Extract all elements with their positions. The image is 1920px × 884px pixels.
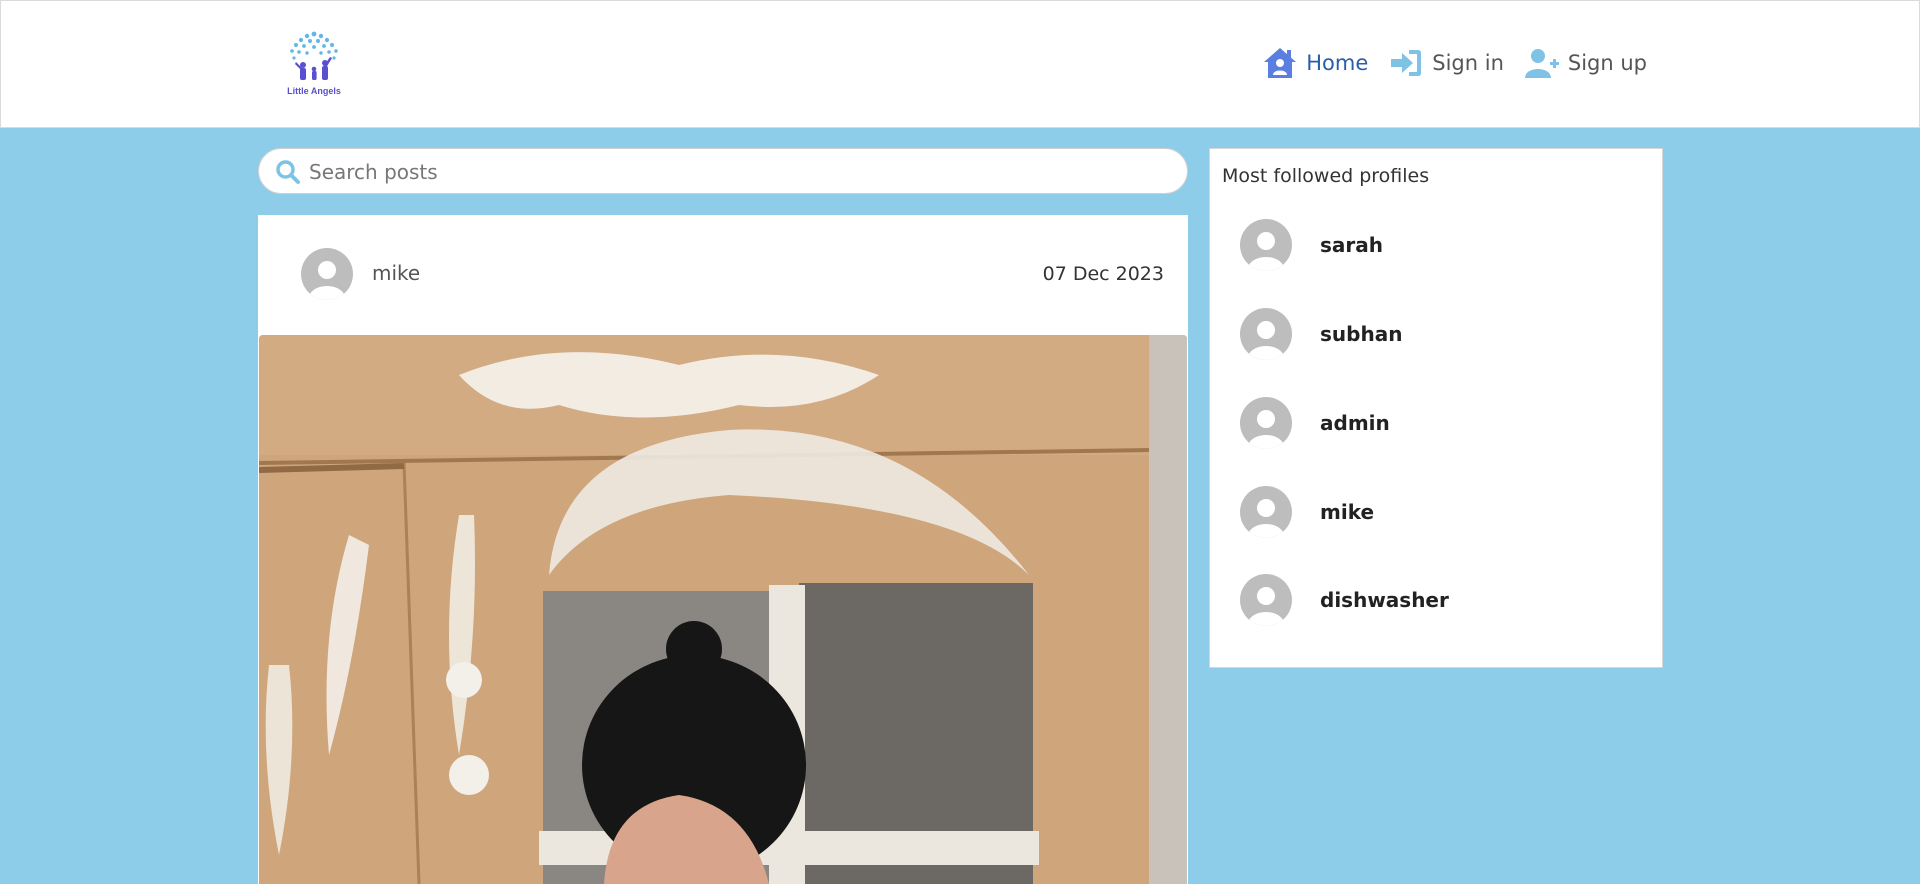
nav-sign-up-link[interactable]: Sign up [1524, 45, 1647, 81]
profile-name: mike [1320, 500, 1375, 524]
family-tree-icon [290, 31, 338, 80]
brand-logo[interactable]: Little Angels [283, 29, 345, 101]
profile-item-admin[interactable]: admin [1240, 397, 1390, 449]
default-avatar-icon [1240, 308, 1292, 360]
top-navbar: Little Angels Home Sign in Sign up [0, 0, 1920, 128]
default-avatar-icon [1240, 574, 1292, 626]
home-icon [1264, 48, 1297, 78]
search-input[interactable] [307, 157, 1171, 187]
search-icon [276, 160, 300, 184]
profile-item-sarah[interactable]: sarah [1240, 219, 1383, 271]
post-date: 07 Dec 2023 [1042, 263, 1164, 285]
default-avatar-icon [1240, 486, 1292, 538]
most-followed-sidebar: Most followed profiles sarah subhan admi… [1209, 148, 1663, 668]
nav-home-label: Home [1306, 51, 1369, 75]
sidebar-title: Most followed profiles [1222, 165, 1430, 187]
user-plus-icon [1524, 49, 1559, 78]
nav-sign-in-label: Sign in [1432, 51, 1504, 75]
nav-sign-in-link[interactable]: Sign in [1388, 45, 1504, 81]
nav-sign-up-label: Sign up [1567, 51, 1647, 75]
brand-logo-text: Little Angels [287, 86, 341, 96]
nav-home-link[interactable]: Home [1262, 45, 1368, 81]
profile-name: subhan [1320, 322, 1403, 346]
post-photo[interactable] [259, 335, 1187, 884]
post-photo-illustration [259, 335, 1187, 884]
profile-item-subhan[interactable]: subhan [1240, 308, 1402, 360]
default-avatar-icon[interactable] [301, 248, 353, 300]
profile-item-dishwasher[interactable]: dishwasher [1240, 574, 1449, 626]
post-author[interactable]: mike [372, 261, 420, 285]
post-card: mike 07 Dec 2023 [258, 215, 1188, 884]
main-nav: Home Sign in Sign up [1262, 45, 1647, 81]
posts-column: mike 07 Dec 2023 [258, 148, 1188, 884]
search-bar[interactable] [258, 148, 1188, 194]
profile-name: sarah [1320, 233, 1383, 257]
profile-name: admin [1320, 411, 1390, 435]
sign-in-icon [1391, 50, 1422, 76]
profile-item-mike[interactable]: mike [1240, 486, 1374, 538]
default-avatar-icon [1240, 397, 1292, 449]
default-avatar-icon [1240, 219, 1292, 271]
profile-name: dishwasher [1320, 588, 1449, 612]
